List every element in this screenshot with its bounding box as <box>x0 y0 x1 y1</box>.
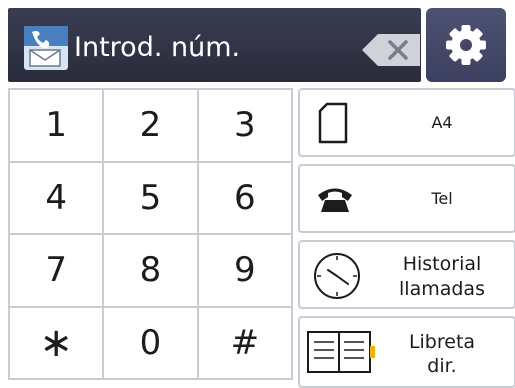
paper-size-button[interactable]: A4 <box>298 88 515 157</box>
gear-icon <box>446 25 486 65</box>
key-4[interactable]: 4 <box>10 162 103 233</box>
address-book-label-line2: dir. <box>427 355 457 377</box>
key-2[interactable]: 2 <box>104 90 197 161</box>
paper-size-label: A4 <box>431 112 453 132</box>
number-entry-title: Introd. núm. <box>74 32 241 63</box>
key-0[interactable]: 0 <box>104 307 197 378</box>
key-star[interactable]: ∗ <box>10 307 103 378</box>
fax-icon <box>24 26 68 70</box>
call-history-label-line2: llamadas <box>399 278 485 300</box>
key-hash[interactable]: # <box>198 307 291 378</box>
call-history-button[interactable]: Historial llamadas <box>298 240 515 309</box>
header-bar: Introd. núm. <box>8 8 421 82</box>
backspace-icon[interactable] <box>360 33 422 67</box>
telephone-icon <box>316 186 354 218</box>
key-7[interactable]: 7 <box>10 235 103 306</box>
key-6[interactable]: 6 <box>198 162 291 233</box>
address-book-icon <box>306 330 378 378</box>
key-5[interactable]: 5 <box>104 162 197 233</box>
settings-button[interactable] <box>426 8 506 82</box>
key-9[interactable]: 9 <box>198 235 291 306</box>
key-8[interactable]: 8 <box>104 235 197 306</box>
tel-label: Tel <box>431 188 453 208</box>
address-book-button[interactable]: Libreta dir. <box>298 316 515 388</box>
key-1[interactable]: 1 <box>10 90 103 161</box>
paper-icon <box>318 102 348 148</box>
dial-keypad: 1 2 3 4 5 6 7 8 9 ∗ 0 # <box>8 88 293 380</box>
tel-button[interactable]: Tel <box>298 164 515 233</box>
clock-icon <box>312 251 362 305</box>
key-3[interactable]: 3 <box>198 90 291 161</box>
